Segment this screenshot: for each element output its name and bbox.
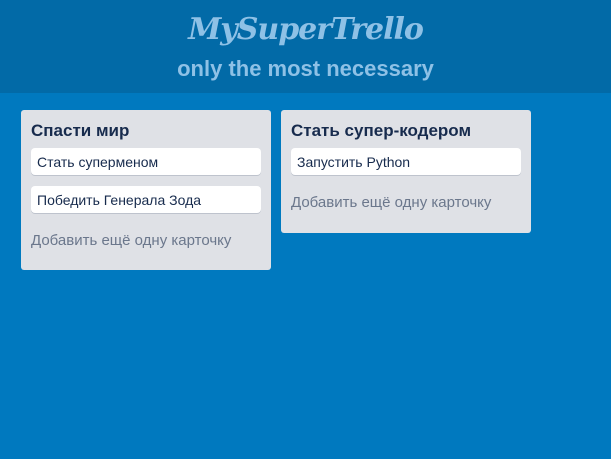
add-card-button[interactable]: Добавить ещё одну карточку <box>31 231 261 261</box>
board-list: Спасти мир Стать суперменом Победить Ген… <box>21 110 271 270</box>
card[interactable]: Стать суперменом <box>31 148 261 175</box>
add-card-button[interactable]: Добавить ещё одну карточку <box>291 193 521 223</box>
card[interactable]: Победить Генерала Зода <box>31 186 261 213</box>
app-logo[interactable]: MySuperTrello <box>0 12 611 47</box>
app-header: MySuperTrello only the most necessary <box>0 0 611 93</box>
board-list: Стать супер-кодером Запустить Python Доб… <box>281 110 531 233</box>
app-subtitle: only the most necessary <box>177 56 434 81</box>
list-title[interactable]: Спасти мир <box>31 120 261 148</box>
card[interactable]: Запустить Python <box>291 148 521 175</box>
list-title[interactable]: Стать супер-кодером <box>291 120 521 148</box>
